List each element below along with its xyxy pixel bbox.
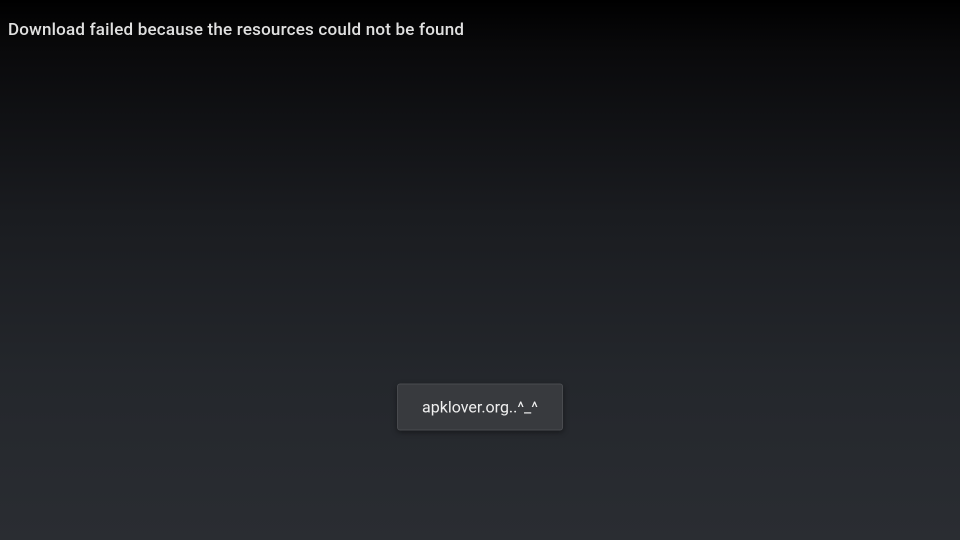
toast-notification: apklover.org..^_^ — [397, 384, 563, 431]
toast-text: apklover.org..^_^ — [422, 398, 538, 417]
download-error-message: Download failed because the resources co… — [8, 20, 464, 40]
